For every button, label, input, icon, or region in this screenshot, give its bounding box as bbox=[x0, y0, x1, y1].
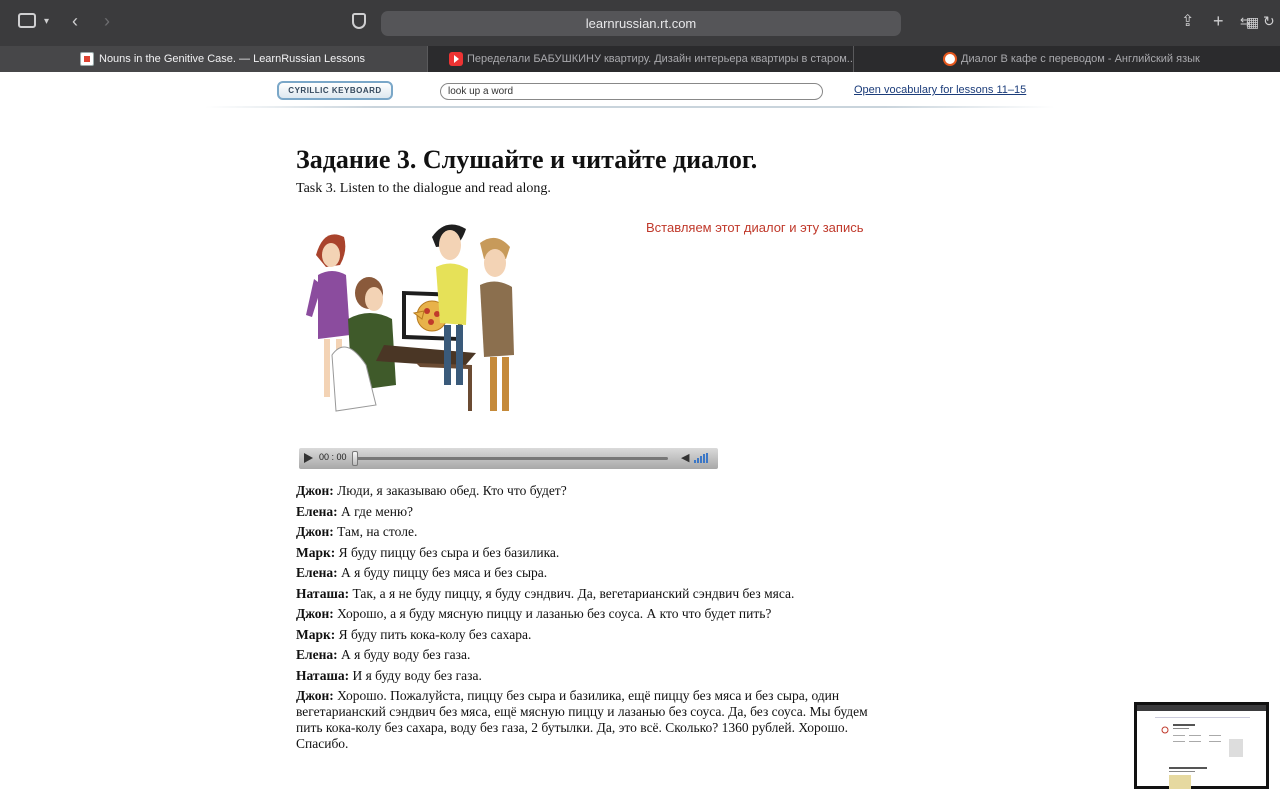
line-text: Хорошо, а я буду мясную пиццу и лазанью … bbox=[333, 606, 772, 621]
line-text: Там, на столе. bbox=[333, 524, 418, 539]
tab-title: Переделали БАБУШКИНУ квартиру. Дизайн ин… bbox=[467, 53, 853, 65]
line-text: Хорошо. Пожалуйста, пиццу без сыра и баз… bbox=[296, 688, 868, 751]
audio-time: 00 : 00 bbox=[319, 452, 347, 462]
dialogue-line: Джон: Там, на столе. bbox=[296, 524, 878, 540]
lookup-input[interactable]: look up a word bbox=[440, 83, 823, 100]
line-text: Я буду пить кока-колу без сахара. bbox=[335, 626, 532, 642]
dialogue-line: Марк: Я буду пить кока-колу без сахара. bbox=[296, 627, 878, 643]
dialogue-line: Наташа: Так, а я не буду пиццу, я буду с… bbox=[296, 586, 878, 602]
dialogue-line: Елена: А где меню? bbox=[296, 504, 878, 520]
speaker-name: Джон: bbox=[296, 688, 334, 703]
dialogue-line: Елена: А я буду пиццу без мяса и без сыр… bbox=[296, 565, 878, 581]
play-icon[interactable] bbox=[304, 453, 313, 463]
tab-title: Диалог В кафе с переводом - Английский я… bbox=[961, 53, 1200, 65]
line-text: Так, а я не буду пиццу, я буду сэндвич. … bbox=[349, 585, 795, 601]
forward-icon[interactable]: › bbox=[104, 11, 110, 31]
speaker-name: Наташа: bbox=[296, 667, 350, 683]
thumbnail-content bbox=[1155, 717, 1250, 789]
reload-icon[interactable]: ↻ bbox=[1263, 13, 1275, 30]
speaker-name: Елена: bbox=[296, 503, 338, 519]
speaker-name: Елена: bbox=[296, 565, 338, 580]
speaker-name: Джон: bbox=[296, 483, 334, 498]
audio-progress-track[interactable] bbox=[352, 457, 668, 460]
editor-note: Вставляем этот диалог и эту запись bbox=[646, 220, 864, 235]
tab-overview-icon[interactable]: ▦ bbox=[1246, 12, 1259, 32]
screenshot-thumbnail[interactable] bbox=[1134, 702, 1269, 789]
dialogue-line: Джон: Люди, я заказываю обед. Кто что бу… bbox=[296, 483, 878, 499]
dialogue-line: Джон: Хорошо, а я буду мясную пиццу и ла… bbox=[296, 606, 878, 622]
speaker-name: Джон: bbox=[296, 524, 334, 539]
line-text: А я буду воду без газа. bbox=[337, 647, 471, 662]
site-favicon-icon bbox=[943, 52, 957, 66]
dialogue-line: Джон: Хорошо. Пожалуйста, пиццу без сыра… bbox=[296, 688, 878, 752]
browser-toolbar: ▾ ‹ › learnrussian.rt.com ⇆ ↻ ⇪ + ▦ bbox=[0, 0, 1280, 46]
new-tab-icon[interactable]: + bbox=[1213, 11, 1224, 31]
dialogue-line: Елена: А я буду воду без газа. bbox=[296, 647, 878, 663]
tab-dialogue[interactable]: Диалог В кафе с переводом - Английский я… bbox=[854, 46, 1280, 72]
vocabulary-link[interactable]: Open vocabulary for lessons 11–15 bbox=[854, 84, 1026, 96]
speaker-name: Елена: bbox=[296, 647, 338, 662]
speaker-name: Марк: bbox=[296, 626, 336, 642]
page-title: Задание 3. Слушайте и читайте диалог. bbox=[296, 145, 758, 174]
line-text: А я буду пиццу без мяса и без сыра. bbox=[337, 565, 548, 580]
address-bar[interactable]: learnrussian.rt.com ⇆ ↻ bbox=[381, 11, 1275, 36]
header-divider bbox=[205, 106, 1055, 108]
volume-level-icon[interactable] bbox=[694, 453, 710, 463]
tab-strip: Nouns in the Genitive Case. — LearnRussi… bbox=[0, 46, 1280, 72]
volume-icon[interactable]: ◀ bbox=[681, 451, 689, 464]
sidebar-toggle-icon[interactable] bbox=[18, 13, 36, 28]
tab-lesson[interactable]: Nouns in the Genitive Case. — LearnRussi… bbox=[0, 46, 427, 72]
dialogue-text: Джон: Люди, я заказываю обед. Кто что бу… bbox=[296, 483, 878, 757]
cyrillic-keyboard-button[interactable]: CYRILLIC KEYBOARD bbox=[277, 81, 393, 100]
share-icon[interactable]: ⇪ bbox=[1181, 12, 1194, 32]
lesson-illustration bbox=[306, 224, 514, 412]
line-text: А где меню? bbox=[337, 503, 414, 519]
url-text: learnrussian.rt.com bbox=[585, 16, 697, 31]
youtube-favicon-icon bbox=[449, 52, 463, 66]
audio-progress-handle[interactable] bbox=[352, 451, 358, 466]
line-text: Я буду пиццу без сыра и без базилика. bbox=[335, 544, 560, 560]
dialogue-line: Марк: Я буду пиццу без сыра и без базили… bbox=[296, 545, 878, 561]
speaker-name: Джон: bbox=[296, 606, 334, 621]
chevron-down-icon[interactable]: ▾ bbox=[44, 12, 49, 32]
learnrussian-favicon-icon bbox=[80, 52, 94, 66]
dialogue-line: Наташа: И я буду воду без газа. bbox=[296, 668, 878, 684]
tab-youtube[interactable]: Переделали БАБУШКИНУ квартиру. Дизайн ин… bbox=[428, 46, 853, 72]
tab-title: Nouns in the Genitive Case. — LearnRussi… bbox=[99, 53, 365, 65]
back-icon[interactable]: ‹ bbox=[72, 11, 78, 31]
speaker-name: Марк: bbox=[296, 544, 336, 560]
speaker-name: Наташа: bbox=[296, 585, 350, 601]
audio-player: 00 : 00 ◀ bbox=[299, 448, 718, 469]
privacy-shield-icon[interactable] bbox=[352, 13, 366, 29]
page-subtitle: Task 3. Listen to the dialogue and read … bbox=[296, 181, 551, 196]
line-text: Люди, я заказываю обед. Кто что будет? bbox=[333, 483, 567, 498]
line-text: И я буду воду без газа. bbox=[349, 667, 482, 683]
